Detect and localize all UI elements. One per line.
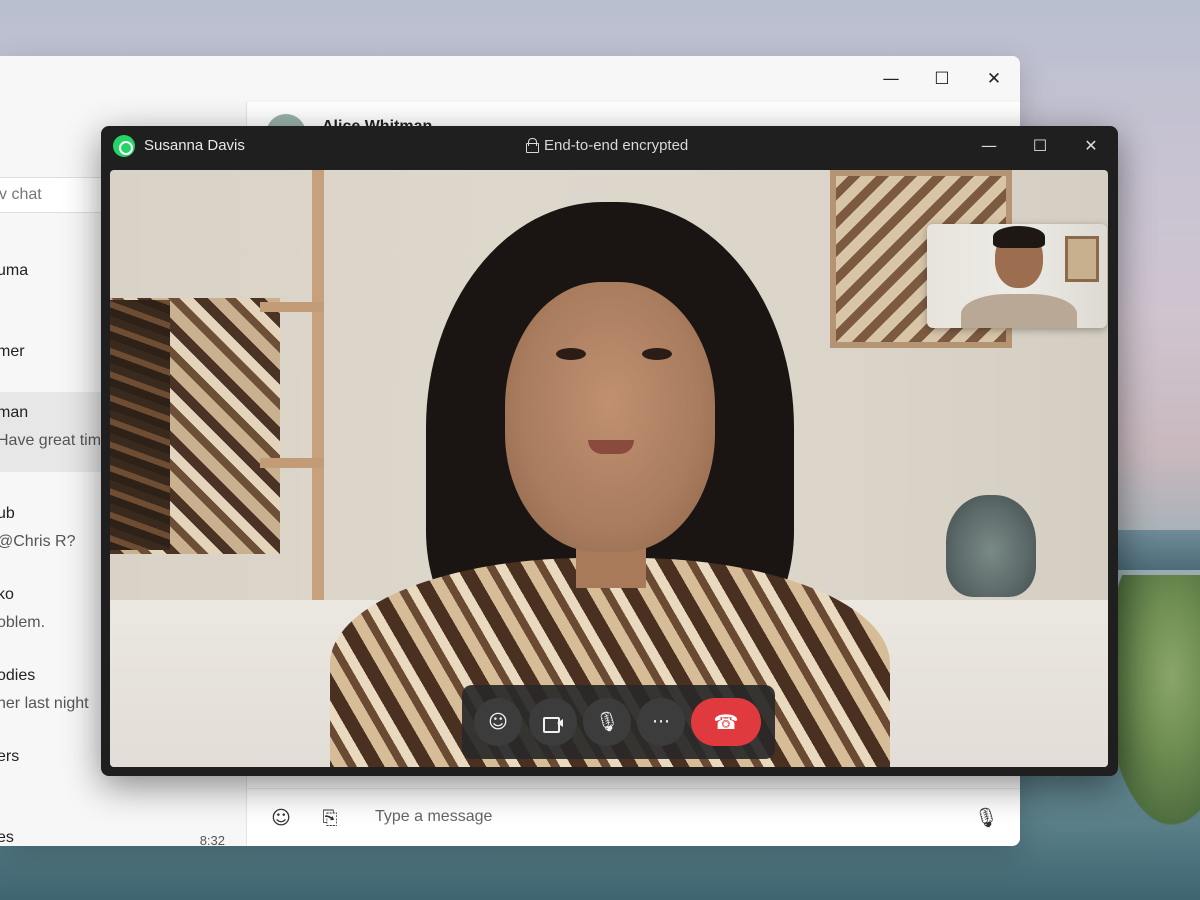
minimize-button[interactable]: —	[974, 131, 1004, 161]
remote-video: ☺ 🎙 ··· ☎	[110, 170, 1108, 767]
ladder-rung	[260, 458, 324, 468]
close-button[interactable]: ✕	[979, 64, 1009, 94]
call-titlebar[interactable]: Susanna Davis End-to-end encrypted — ☐ ✕	[101, 126, 1118, 166]
background-ladder	[312, 170, 324, 600]
lock-icon	[526, 138, 539, 153]
mic-icon[interactable]: 🎙	[973, 805, 999, 831]
main-titlebar: — ☐ ✕	[0, 56, 1020, 102]
more-options-button[interactable]: ···	[637, 698, 685, 746]
encryption-label: End-to-end encrypted	[544, 137, 689, 154]
chat-name: odies	[0, 667, 36, 684]
person-mouth	[588, 440, 634, 454]
chat-name: uma	[0, 262, 29, 279]
pip-hair	[993, 226, 1045, 248]
end-call-button[interactable]: ☎	[691, 698, 761, 746]
emoji-icon[interactable]: ☺	[268, 805, 294, 831]
chat-preview: Have great time	[0, 432, 110, 449]
attach-icon[interactable]: ⎘	[317, 805, 343, 831]
desktop-grass	[1105, 575, 1200, 825]
background-cloth-dark	[110, 300, 170, 550]
chat-name: ers	[0, 748, 20, 765]
chat-name: ub	[0, 505, 15, 522]
whatsapp-logo-icon	[113, 135, 135, 157]
chat-preview: @Chris R?	[0, 533, 76, 550]
mute-button[interactable]: 🎙	[583, 698, 631, 746]
chat-time: 8:32	[199, 833, 225, 846]
camera-icon	[543, 716, 563, 733]
camera-button[interactable]	[529, 698, 577, 746]
encryption-status: End-to-end encrypted	[526, 137, 688, 154]
person-eye	[556, 348, 586, 360]
message-input[interactable]: Type a message	[375, 808, 492, 826]
effects-button[interactable]: ☺	[474, 698, 522, 746]
chat-name: man	[0, 404, 29, 421]
chat-list-item[interactable]: es 8:32	[0, 817, 247, 846]
chat-preview: her last night	[0, 695, 89, 712]
minimize-button[interactable]: —	[876, 64, 906, 94]
ladder-rung	[260, 302, 324, 312]
maximize-button[interactable]: ☐	[1025, 131, 1055, 161]
person-face	[505, 282, 715, 552]
caller-name: Susanna Davis	[144, 137, 245, 154]
chat-name: mer	[0, 343, 25, 360]
call-controls-bar: ☺ 🎙 ··· ☎	[462, 685, 775, 759]
chat-name: ko	[0, 586, 14, 603]
chat-preview: oblem.	[0, 614, 46, 631]
video-call-window: Susanna Davis End-to-end encrypted — ☐ ✕…	[101, 126, 1118, 776]
pip-body	[961, 294, 1077, 328]
maximize-button[interactable]: ☐	[927, 64, 957, 94]
pip-wall-frame	[1065, 236, 1099, 282]
vase	[946, 495, 1036, 597]
close-button[interactable]: ✕	[1076, 131, 1106, 161]
chat-name: es	[0, 829, 14, 846]
self-view-video[interactable]	[927, 224, 1107, 328]
person-eye	[642, 348, 672, 360]
search-placeholder: v chat	[0, 186, 42, 203]
message-composer: ☺ ⎘ Type a message 🎙	[247, 788, 1020, 846]
